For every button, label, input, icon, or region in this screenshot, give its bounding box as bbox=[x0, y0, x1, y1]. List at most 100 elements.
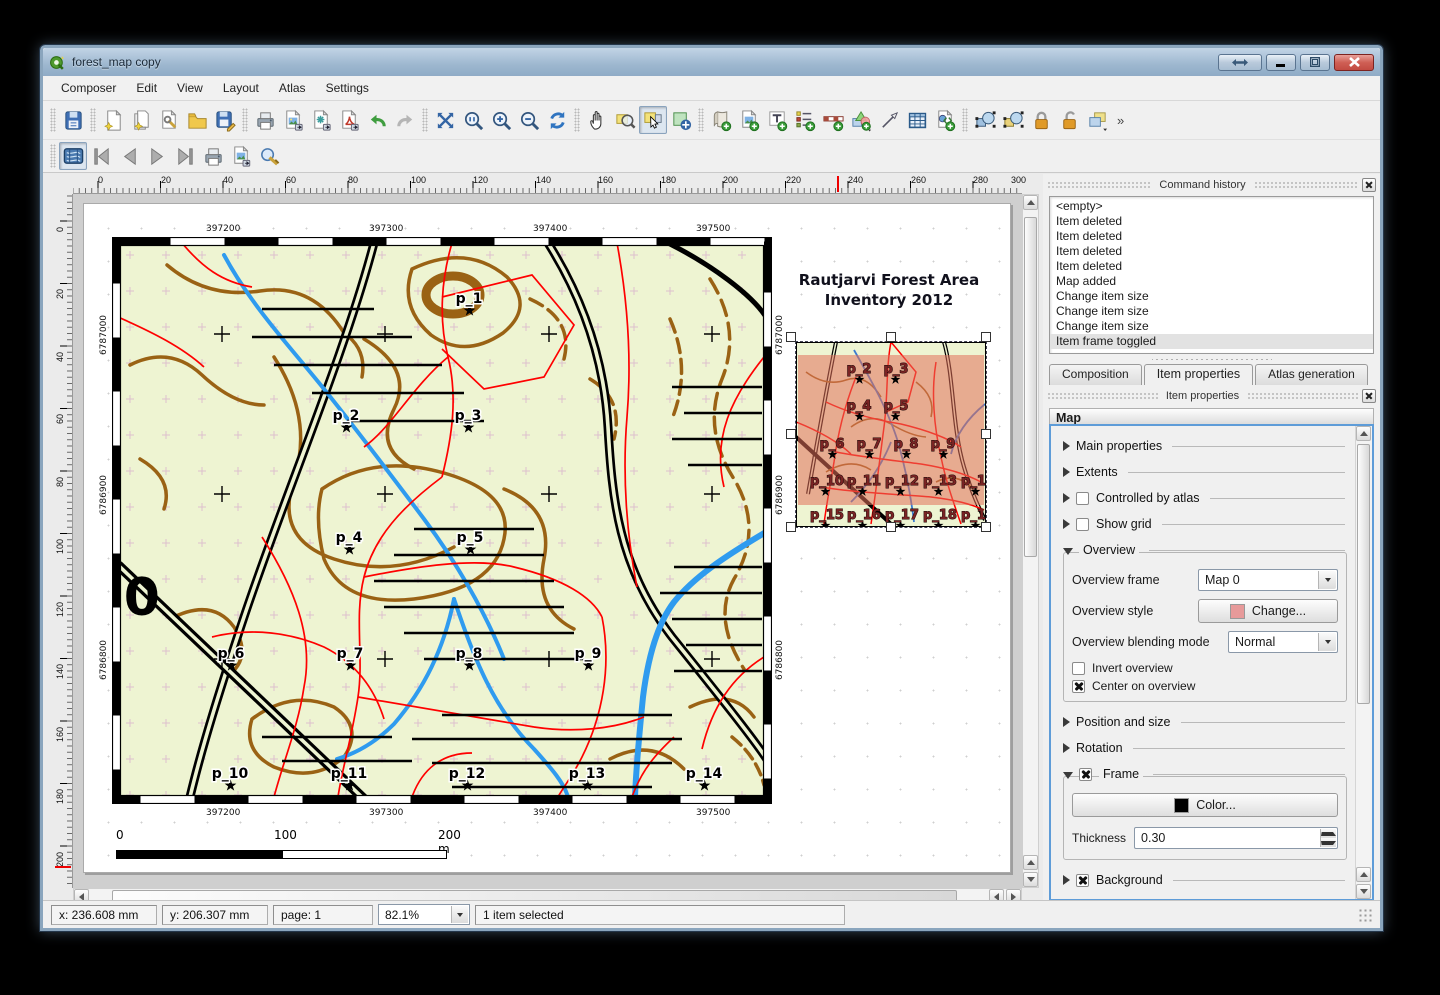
pan-tool-button[interactable] bbox=[583, 106, 611, 134]
export-svg-button[interactable] bbox=[307, 106, 335, 134]
thickness-spinbox[interactable]: 0.30 bbox=[1134, 827, 1338, 849]
section-frame[interactable]: Frame bbox=[1061, 764, 1349, 784]
title-bar[interactable]: forest_map copy bbox=[43, 48, 1380, 76]
scrollbar-thumb[interactable] bbox=[1357, 444, 1370, 704]
expander-icon[interactable] bbox=[1063, 493, 1070, 503]
atlas-next-button[interactable] bbox=[143, 142, 171, 170]
overview-blend-combobox[interactable]: Normal bbox=[1228, 631, 1338, 653]
zoom-out-button[interactable] bbox=[515, 106, 543, 134]
collapse-icon[interactable] bbox=[1063, 548, 1073, 555]
toolbar-grip[interactable] bbox=[242, 108, 248, 132]
atlas-prev-button[interactable] bbox=[115, 142, 143, 170]
toolbar-grip[interactable] bbox=[90, 108, 96, 132]
collapse-icon[interactable] bbox=[1063, 772, 1073, 779]
expander-icon[interactable] bbox=[1063, 743, 1070, 753]
composition-manager-button[interactable] bbox=[155, 106, 183, 134]
command-history-titlebar[interactable]: Command history bbox=[1047, 176, 1376, 193]
new-composition-button[interactable] bbox=[99, 106, 127, 134]
export-pdf-button[interactable] bbox=[335, 106, 363, 134]
history-item-selected[interactable]: Item frame toggled bbox=[1050, 334, 1373, 349]
expander-icon[interactable] bbox=[1063, 467, 1070, 477]
minimize-button[interactable] bbox=[1266, 54, 1296, 71]
history-item[interactable]: Item deleted bbox=[1050, 214, 1373, 229]
add-image-button[interactable] bbox=[735, 106, 763, 134]
toolbar-grip[interactable] bbox=[422, 108, 428, 132]
spin-up-icon[interactable] bbox=[1320, 829, 1336, 838]
scroll-up-button[interactable] bbox=[1023, 195, 1038, 210]
expander-icon[interactable] bbox=[1063, 875, 1070, 885]
selection-handle[interactable] bbox=[981, 522, 991, 532]
selection-handle[interactable] bbox=[981, 332, 991, 342]
toolbar-overflow-chevron[interactable]: » bbox=[1117, 113, 1124, 128]
menu-atlas[interactable]: Atlas bbox=[269, 78, 316, 98]
atlas-preview-button[interactable] bbox=[59, 142, 87, 170]
section-rotation[interactable]: Rotation bbox=[1061, 738, 1349, 758]
redo-button[interactable] bbox=[391, 106, 419, 134]
toolbar-grip[interactable] bbox=[50, 108, 56, 132]
undo-button[interactable] bbox=[363, 106, 391, 134]
zoom-in-button[interactable] bbox=[487, 106, 515, 134]
selection-handle[interactable] bbox=[786, 332, 796, 342]
spin-down-icon[interactable] bbox=[1320, 838, 1336, 847]
menu-view[interactable]: View bbox=[167, 78, 213, 98]
selection-handle[interactable] bbox=[886, 522, 896, 532]
section-position-size[interactable]: Position and size bbox=[1061, 712, 1349, 732]
add-legend-button[interactable] bbox=[791, 106, 819, 134]
scroll-down-button[interactable] bbox=[1356, 884, 1371, 899]
section-main-properties[interactable]: Main properties bbox=[1061, 436, 1349, 456]
save-project-button[interactable] bbox=[59, 106, 87, 134]
history-item[interactable]: Item deleted bbox=[1050, 229, 1373, 244]
add-map-button[interactable] bbox=[707, 106, 735, 134]
menu-settings[interactable]: Settings bbox=[316, 78, 379, 98]
composition-title[interactable]: Rautjarvi Forest Area Inventory 2012 bbox=[744, 270, 1022, 310]
expander-icon[interactable] bbox=[1063, 441, 1070, 451]
print-atlas-button[interactable] bbox=[199, 142, 227, 170]
center-on-overview-checkbox[interactable] bbox=[1072, 680, 1085, 693]
command-history-list[interactable]: <empty> Item deleted Item deleted Item d… bbox=[1049, 196, 1374, 354]
raise-items-button[interactable] bbox=[1083, 106, 1111, 134]
scroll-up-button[interactable] bbox=[1356, 426, 1371, 441]
menu-edit[interactable]: Edit bbox=[126, 78, 167, 98]
tab-atlas-generation[interactable]: Atlas generation bbox=[1255, 364, 1368, 385]
maximize-button[interactable] bbox=[1300, 54, 1330, 71]
scroll-down-button[interactable] bbox=[1023, 872, 1038, 887]
scroll-up-button[interactable] bbox=[1356, 867, 1371, 882]
zoom-region-button[interactable] bbox=[611, 106, 639, 134]
close-icon[interactable] bbox=[1362, 389, 1376, 403]
menu-composer[interactable]: Composer bbox=[51, 78, 126, 98]
history-item[interactable]: Item deleted bbox=[1050, 259, 1373, 274]
controlled-by-atlas-checkbox[interactable] bbox=[1076, 492, 1089, 505]
history-item[interactable]: Change item size bbox=[1050, 319, 1373, 334]
section-extents[interactable]: Extents bbox=[1061, 462, 1349, 482]
composition-page[interactable]: 397200 397300 397400 397500 397200 39730… bbox=[83, 203, 1011, 873]
zoom-actual-button[interactable] bbox=[459, 106, 487, 134]
load-template-button[interactable] bbox=[183, 106, 211, 134]
toolbar-grip[interactable] bbox=[574, 108, 580, 132]
frame-color-button[interactable]: Color... bbox=[1072, 793, 1338, 817]
move-content-button[interactable] bbox=[667, 106, 695, 134]
frame-checkbox[interactable] bbox=[1079, 768, 1092, 781]
add-table-button[interactable] bbox=[903, 106, 931, 134]
dock-splitter[interactable] bbox=[1152, 356, 1272, 362]
tab-composition[interactable]: Composition bbox=[1049, 364, 1142, 385]
toolbar-grip[interactable] bbox=[962, 108, 968, 132]
background-checkbox[interactable] bbox=[1076, 874, 1089, 887]
overview-map-item[interactable]: p_2 p_3 p_4 p_5 p_6 p_7 p_8 p_9 p_10 p_1… bbox=[796, 342, 986, 527]
section-background[interactable]: Background bbox=[1061, 870, 1349, 890]
export-atlas-button[interactable] bbox=[227, 142, 255, 170]
ungroup-items-button[interactable] bbox=[999, 106, 1027, 134]
properties-scrollbar[interactable] bbox=[1355, 426, 1372, 899]
spinner-buttons[interactable] bbox=[1320, 829, 1336, 847]
atlas-last-button[interactable] bbox=[171, 142, 199, 170]
select-move-item-button[interactable] bbox=[639, 106, 667, 134]
section-controlled-by-atlas[interactable]: Controlled by atlas bbox=[1061, 488, 1349, 508]
canvas-vertical-scrollbar[interactable] bbox=[1022, 194, 1039, 888]
history-item[interactable]: <empty> bbox=[1050, 199, 1373, 214]
toolbar-grip[interactable] bbox=[698, 108, 704, 132]
zoom-level-combobox[interactable]: 82.1% bbox=[378, 904, 470, 925]
add-arrow-button[interactable] bbox=[875, 106, 903, 134]
print-button[interactable] bbox=[251, 106, 279, 134]
zoom-full-button[interactable] bbox=[431, 106, 459, 134]
expander-icon[interactable] bbox=[1063, 519, 1070, 529]
unlock-items-button[interactable] bbox=[1055, 106, 1083, 134]
